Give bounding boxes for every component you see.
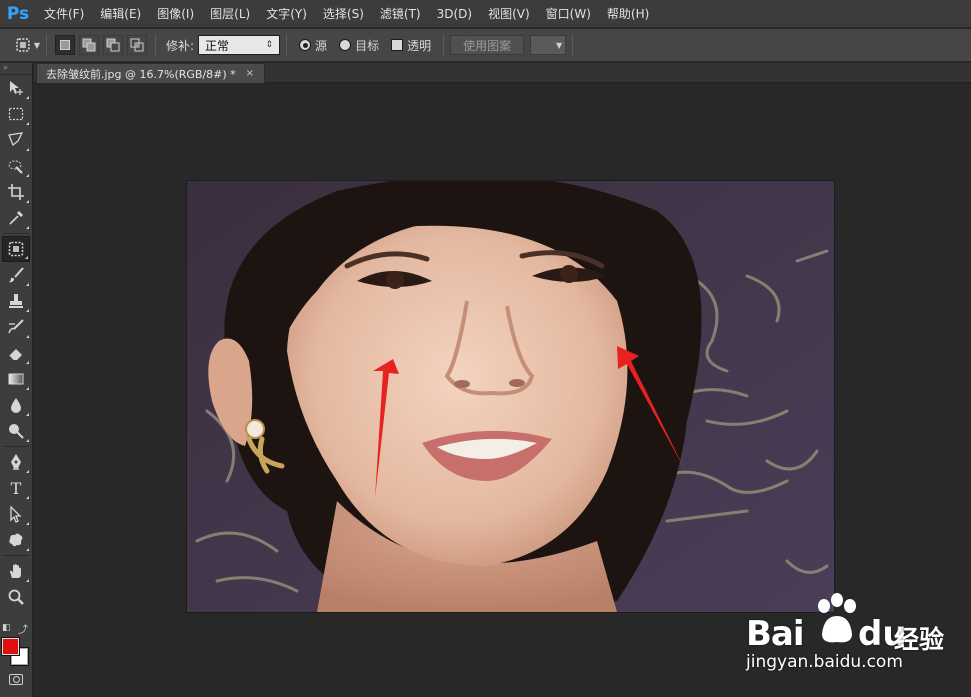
selection-intersect-button[interactable] — [127, 35, 147, 55]
watermark-jingyan: 经验 — [894, 625, 945, 654]
watermark-url: jingyan.baidu.com — [746, 652, 903, 672]
portrait-photo — [187, 181, 834, 612]
lasso-tool[interactable] — [2, 127, 30, 153]
source-radio-label: 源 — [315, 38, 328, 53]
menu-help[interactable]: 帮助(H) — [599, 0, 657, 28]
menu-view[interactable]: 视图(V) — [480, 0, 538, 28]
target-radio-label: 目标 — [355, 38, 380, 53]
color-swatches: ◧ ⤴ — [0, 618, 33, 688]
brush-tool[interactable] — [2, 262, 30, 288]
dodge-tool[interactable] — [2, 418, 30, 444]
eraser-tool[interactable] — [2, 340, 30, 366]
pattern-picker[interactable]: ▼ — [530, 35, 567, 55]
chevron-down-icon: ▼ — [33, 40, 40, 50]
menu-edit[interactable]: 编辑(E) — [92, 0, 149, 28]
gradient-tool[interactable] — [2, 366, 30, 392]
close-icon[interactable]: × — [246, 68, 254, 79]
menu-type[interactable]: 文字(Y) — [258, 0, 315, 28]
document-image[interactable] — [187, 181, 834, 612]
menu-select[interactable]: 选择(S) — [315, 0, 372, 28]
baidu-jingyan-watermark: Bai du 经验 jingyan.baidu.com — [742, 590, 967, 675]
menu-window[interactable]: 窗口(W) — [538, 0, 599, 28]
menu-file[interactable]: 文件(F) — [36, 0, 92, 28]
move-tool[interactable] — [2, 75, 30, 101]
tool-preset-picker[interactable]: ▼ — [14, 34, 40, 56]
foreground-color-swatch[interactable] — [1, 637, 20, 656]
photoshop-logo: Ps — [6, 3, 30, 24]
transparent-checkbox-label: 透明 — [407, 38, 432, 53]
crop-icon — [8, 184, 24, 200]
history-brush-tool[interactable] — [2, 314, 30, 340]
selection-subtract-button[interactable] — [103, 35, 123, 55]
add-selection-icon — [82, 38, 96, 52]
brush-icon — [9, 267, 24, 283]
blur-drop-icon — [11, 398, 21, 413]
path-select-icon — [10, 505, 22, 523]
menu-bar: Ps 文件(F) 编辑(E) 图像(I) 图层(L) 文字(Y) 选择(S) 滤… — [0, 0, 971, 28]
type-icon: T — [10, 478, 22, 498]
eyedropper-icon — [9, 211, 23, 225]
eraser-icon — [8, 349, 22, 361]
stamp-icon — [9, 294, 23, 308]
patch-icon — [16, 38, 30, 52]
zoom-icon — [8, 589, 24, 605]
repair-label: 修补: — [166, 38, 195, 53]
eyedropper-tool[interactable] — [2, 205, 30, 231]
selection-add-button[interactable] — [79, 35, 99, 55]
radio-button-icon — [299, 39, 312, 51]
watermark-brand-left: Bai — [746, 614, 805, 654]
menu-3d[interactable]: 3D(D) — [429, 0, 480, 28]
swap-colors-icon[interactable]: ⤴ — [18, 621, 28, 636]
hand-tool[interactable] — [2, 558, 30, 584]
selection-new-button[interactable] — [55, 35, 75, 55]
history-brush-icon — [8, 319, 24, 334]
document-tab-title: 去除皱纹前.jpg @ 16.7%(RGB/8#) * — [46, 67, 236, 81]
dodge-icon — [9, 424, 24, 439]
checkbox-icon — [391, 39, 404, 51]
radio-button-icon — [339, 39, 352, 51]
menu-filter[interactable]: 滤镜(T) — [372, 0, 429, 28]
path-select-tool[interactable] — [2, 501, 30, 527]
menu-image[interactable]: 图像(I) — [149, 0, 202, 28]
pen-icon — [11, 454, 21, 470]
type-tool[interactable]: T — [2, 475, 30, 501]
quick-mask-icon[interactable] — [9, 674, 23, 685]
menu-layer[interactable]: 图层(L) — [202, 0, 258, 28]
baidu-paw-icon — [818, 593, 856, 643]
crop-tool[interactable] — [2, 179, 30, 205]
panel-grip-icon[interactable]: » — [0, 63, 32, 75]
options-bar: ▼ 修补: 正常 ⇕ 源 目标 透明 使用图案 ▼ — [0, 29, 971, 62]
rect-marquee-icon — [8, 107, 24, 121]
move-icon — [10, 81, 23, 95]
intersect-selection-icon — [130, 38, 144, 52]
new-selection-icon — [60, 40, 70, 50]
target-radio[interactable]: 目标 — [339, 37, 379, 54]
stamp-tool[interactable] — [2, 288, 30, 314]
subtract-selection-icon — [106, 38, 120, 52]
repair-mode-value: 正常 — [205, 38, 230, 53]
marquee-tool[interactable] — [2, 101, 30, 127]
updown-arrows-icon: ⇕ — [265, 40, 274, 50]
hand-icon — [10, 564, 21, 578]
zoom-tool[interactable] — [2, 584, 30, 610]
chevron-down-icon: ▼ — [555, 40, 563, 50]
default-colors-icon[interactable]: ◧ — [2, 623, 11, 633]
transparent-checkbox[interactable]: 透明 — [391, 37, 431, 54]
source-radio[interactable]: 源 — [299, 37, 327, 54]
shape-tool[interactable] — [2, 527, 30, 553]
use-pattern-button[interactable]: 使用图案 — [450, 35, 525, 55]
pen-tool[interactable] — [2, 449, 30, 475]
patch-tool[interactable] — [2, 236, 30, 262]
document-tab-bar: 去除皱纹前.jpg @ 16.7%(RGB/8#) * × — [34, 63, 971, 83]
repair-mode-select[interactable]: 正常 ⇕ — [198, 35, 281, 55]
custom-shape-icon — [9, 533, 23, 547]
patch-icon — [8, 241, 24, 257]
gradient-icon — [8, 373, 24, 385]
quick-select-tool[interactable] — [2, 153, 30, 179]
blur-tool[interactable] — [2, 392, 30, 418]
document-tab[interactable]: 去除皱纹前.jpg @ 16.7%(RGB/8#) * × — [36, 63, 266, 83]
quick-select-icon — [8, 160, 23, 174]
tools-panel: » T ◧ ⤴ — [0, 63, 33, 697]
polygon-lasso-icon — [8, 132, 24, 147]
